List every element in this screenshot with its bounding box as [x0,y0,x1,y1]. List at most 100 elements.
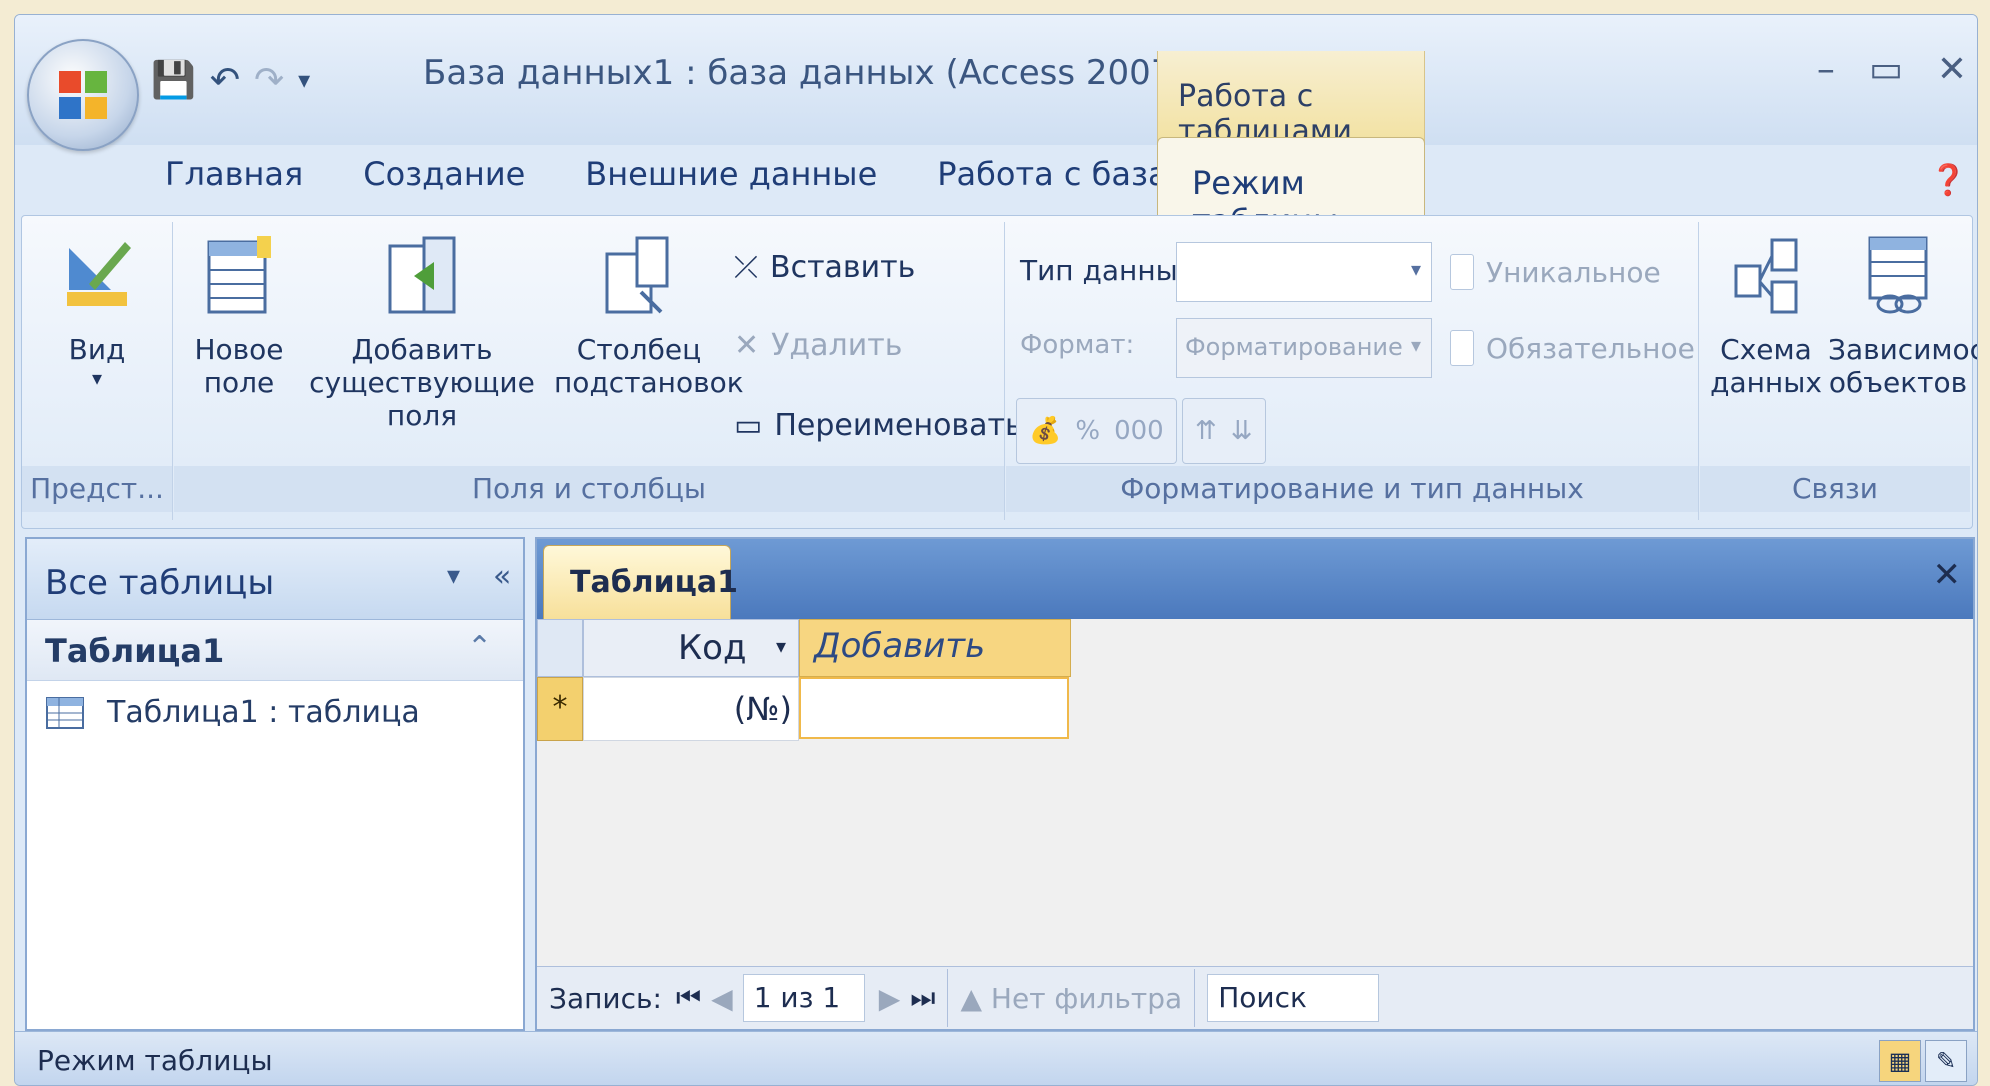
delete-button[interactable]: ✕ Удалить [734,328,902,363]
rename-icon: ▭ [734,408,763,443]
datatype-dropdown-icon: ▾ [1410,257,1421,281]
lookup-column-button[interactable]: Столбец подстановок [554,232,744,399]
navigation-pane: Все таблицы ▾ « Таблица1 ⌃ Таблица1 : та… [25,537,525,1031]
quick-access-toolbar: 💾 ↶ ↷ ▾ [151,59,310,102]
thousands-button[interactable]: 000 [1114,416,1164,446]
currency-icon[interactable]: 💰 [1029,416,1061,446]
unique-checkbox[interactable]: Уникальное [1450,254,1661,290]
increase-decimal-icon[interactable]: ⇈ [1195,416,1217,446]
object-deps-label-1: Зависимости [1828,333,1977,366]
new-field-label-2: поле [203,366,275,399]
required-label: Обязательное [1486,331,1695,365]
help-icon[interactable]: ❓ [1930,163,1967,198]
document-tab-bar: Таблица1 ✕ [537,539,1973,619]
lookup-label-1: Столбец [576,333,702,366]
next-record-icon[interactable]: ▶ [879,982,901,1015]
object-dependencies-icon [1868,236,1928,314]
tab-home[interactable]: Главная [165,155,303,193]
divider [947,969,949,1027]
nav-item-table1[interactable]: Таблица1 : таблица [45,695,420,730]
rename-button[interactable]: ▭ Переименовать [734,408,1023,443]
lookup-column-icon [605,236,669,314]
insert-button[interactable]: ⤫ Вставить [734,250,915,285]
redo-icon[interactable]: ↷ [254,60,284,101]
relationships-label-1: Схема [1720,333,1812,366]
new-field-button[interactable]: Новое поле [184,232,294,399]
tab-external-data[interactable]: Внешние данные [585,155,877,193]
new-record-id-cell[interactable]: (№) [583,677,799,741]
office-button[interactable] [27,39,139,151]
view-button[interactable]: Вид ▾ [42,232,152,390]
required-checkbox[interactable]: Обязательное [1450,330,1695,366]
nav-group-header[interactable]: Таблица1 ⌃ [27,620,523,681]
delete-label: Удалить [771,328,903,363]
filter-indicator[interactable]: ▲ Нет фильтра [960,982,1182,1015]
decrease-decimal-icon[interactable]: ⇊ [1231,416,1253,446]
filter-icon: ▲ [960,981,982,1015]
collapse-nav-icon[interactable]: « [493,559,511,594]
nav-group-title: Таблица1 [45,632,225,670]
last-record-icon[interactable]: ⏭ [910,981,935,1015]
group-formatting-label: Форматирование и тип данных [1006,466,1698,512]
select-all-corner[interactable] [537,619,583,677]
group-fields-columns: Новое поле Добавить существующие поля Ст… [174,222,1023,520]
nav-pane-header[interactable]: Все таблицы ▾ « [27,539,523,620]
undo-icon[interactable]: ↶ [210,60,240,101]
relationships-icon [1734,238,1798,314]
first-record-icon[interactable]: ⏮ [676,981,701,1015]
group-formatting: Тип данных: ▾ Уникальное Формат: Формати… [1006,222,1699,520]
window-controls: – ▭ ✕ [1817,49,1977,90]
status-bar: Режим таблицы ▦ ✎ [15,1031,1977,1085]
record-position-input[interactable]: 1 из 1 [742,974,865,1022]
chevron-up-icon[interactable]: ⌃ [467,630,492,665]
prev-record-icon[interactable]: ◀ [711,982,733,1015]
new-record-selector[interactable]: * [537,677,583,741]
format-dropdown-icon: ▾ [1410,333,1421,357]
save-icon[interactable]: 💾 [151,59,196,101]
add-existing-label-1: Добавить [351,333,493,366]
nav-dropdown-icon[interactable]: ▾ [447,561,460,591]
ribbon: Вид ▾ Предст... Новое поле Добавить суще… [21,215,1977,529]
minimize-button[interactable]: – [1817,49,1835,90]
format-value: Форматирование [1185,333,1403,361]
new-field-icon [207,236,271,314]
new-record-id-value: (№) [733,690,792,728]
column-dropdown-icon[interactable]: ▾ [776,634,786,658]
relationships-button[interactable]: Схема данных [1706,232,1826,399]
tab-create[interactable]: Создание [363,155,525,193]
add-existing-fields-icon [388,236,456,314]
insert-icon: ⤫ [734,250,758,285]
tab-datasheet[interactable]: Режим таблицы [1157,137,1425,240]
number-format-buttons: 💰 % 000 [1016,398,1177,464]
new-field-label-1: Новое [194,333,284,366]
customize-qat-icon[interactable]: ▾ [298,66,310,94]
object-dependencies-button[interactable]: Зависимости объектов [1828,232,1977,399]
group-relations-label: Связи [1700,466,1970,512]
search-input[interactable]: Поиск [1207,974,1380,1022]
close-document-icon[interactable]: ✕ [1933,555,1962,595]
relationships-label-2: данных [1710,366,1822,399]
document-area: Таблица1 ✕ Код ▾ Добавить поле * (№) Зап… [535,537,1975,1031]
add-existing-fields-button[interactable]: Добавить существующие поля [292,232,552,432]
new-field-cell[interactable] [799,677,1069,739]
document-tab-table1[interactable]: Таблица1 [543,545,738,619]
required-check-icon [1450,330,1474,366]
group-relations: Схема данных Зависимости объектов Связи [1700,222,1977,520]
percent-button[interactable]: % [1075,416,1100,446]
access-window: 💾 ↶ ↷ ▾ База данных1 : база данных (Acce… [14,14,1978,1086]
format-label: Формат: [1020,330,1135,360]
design-view-icon[interactable]: ✎ [1925,1040,1967,1082]
filter-label: Нет фильтра [990,981,1183,1015]
datasheet-view-icon[interactable]: ▦ [1879,1040,1921,1082]
maximize-button[interactable]: ▭ [1869,49,1903,90]
close-button[interactable]: ✕ [1937,49,1967,90]
decimal-buttons: ⇈ ⇊ [1182,398,1266,464]
datatype-select[interactable]: ▾ [1176,242,1432,302]
format-select[interactable]: Форматирование ▾ [1176,318,1432,378]
nav-pane-title: Все таблицы [45,563,275,603]
add-field-header[interactable]: Добавить поле [799,619,1071,706]
view-dropdown-icon: ▾ [91,366,103,390]
group-views-label: Предст... [22,466,172,512]
group-fields-label: Поля и столбцы [174,466,1004,512]
column-header-id[interactable]: Код ▾ [583,619,799,677]
